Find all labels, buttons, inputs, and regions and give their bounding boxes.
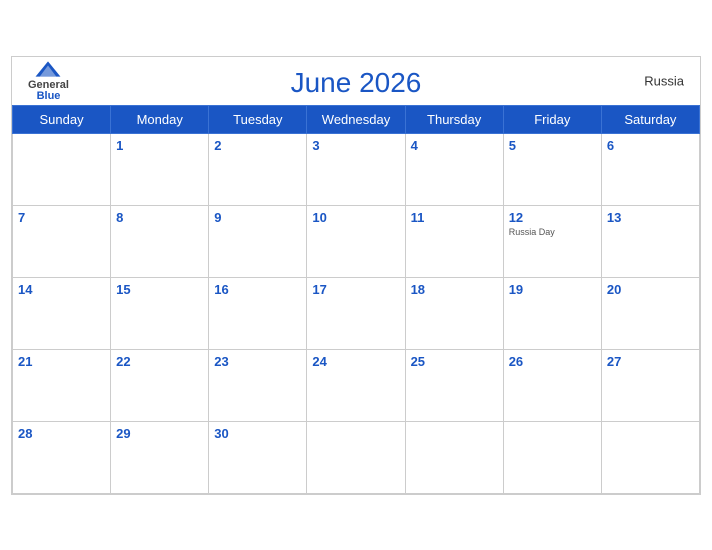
day-cell: 7 [13,205,111,277]
col-tuesday: Tuesday [209,105,307,133]
day-cell: 22 [111,349,209,421]
day-cell: 26 [503,349,601,421]
day-number: 12 [509,210,596,225]
logo-area: General Blue [28,60,69,102]
day-number: 11 [411,210,498,225]
day-cell: 30 [209,421,307,493]
day-number: 25 [411,354,498,369]
day-cell: 2 [209,133,307,205]
day-number: 15 [116,282,203,297]
day-cell: 16 [209,277,307,349]
day-cell: 10 [307,205,405,277]
day-cell: 15 [111,277,209,349]
calendar-container: General Blue June 2026 Russia Sunday Mon… [11,56,701,495]
day-number: 10 [312,210,399,225]
col-thursday: Thursday [405,105,503,133]
day-number: 17 [312,282,399,297]
day-number: 28 [18,426,105,441]
day-number: 18 [411,282,498,297]
day-number: 20 [607,282,694,297]
day-number: 22 [116,354,203,369]
day-cell: 6 [601,133,699,205]
day-cell [405,421,503,493]
week-row-1: 789 10 11 12 Russia Day 13 [13,205,700,277]
day-number: 14 [18,282,105,297]
day-number: 26 [509,354,596,369]
day-cell: 11 [405,205,503,277]
day-cell [601,421,699,493]
week-row-4: 28 29 30 [13,421,700,493]
day-number: 8 [116,210,203,225]
day-number: 29 [116,426,203,441]
day-cell: 14 [13,277,111,349]
day-cell: 4 [405,133,503,205]
holiday-name: Russia Day [509,227,596,237]
day-number: 3 [312,138,399,153]
day-cell: 20 [601,277,699,349]
day-cell: 27 [601,349,699,421]
calendar-thead: Sunday Monday Tuesday Wednesday Thursday… [13,105,700,133]
day-cell: 1 [111,133,209,205]
col-friday: Friday [503,105,601,133]
day-number: 6 [607,138,694,153]
day-cell [307,421,405,493]
day-number: 30 [214,426,301,441]
days-of-week-row: Sunday Monday Tuesday Wednesday Thursday… [13,105,700,133]
logo-icon [34,60,62,78]
day-number: 13 [607,210,694,225]
day-cell: 12 Russia Day [503,205,601,277]
day-number: 2 [214,138,301,153]
day-cell: 29 [111,421,209,493]
day-cell [13,133,111,205]
day-cell: 25 [405,349,503,421]
day-number: 1 [116,138,203,153]
country-label: Russia [644,73,684,88]
day-cell: 13 [601,205,699,277]
logo-blue-text: Blue [37,91,61,102]
week-row-3: 21 22 23 24 25 26 27 [13,349,700,421]
week-row-0: 123456 [13,133,700,205]
col-monday: Monday [111,105,209,133]
col-sunday: Sunday [13,105,111,133]
week-row-2: 14 15 16 17 18 19 20 [13,277,700,349]
day-number: 27 [607,354,694,369]
day-number: 16 [214,282,301,297]
day-number: 9 [214,210,301,225]
day-cell: 24 [307,349,405,421]
day-cell: 28 [13,421,111,493]
col-saturday: Saturday [601,105,699,133]
day-cell: 23 [209,349,307,421]
day-cell: 19 [503,277,601,349]
day-number: 5 [509,138,596,153]
col-wednesday: Wednesday [307,105,405,133]
day-number: 4 [411,138,498,153]
day-cell: 8 [111,205,209,277]
day-number: 23 [214,354,301,369]
day-cell: 18 [405,277,503,349]
day-number: 7 [18,210,105,225]
calendar-body: 123456789101112Russia Day131415161718192… [13,133,700,493]
calendar-title: June 2026 [291,67,422,99]
day-number: 19 [509,282,596,297]
day-cell: 5 [503,133,601,205]
day-cell: 3 [307,133,405,205]
day-number: 24 [312,354,399,369]
calendar-header: General Blue June 2026 Russia [12,57,700,105]
day-number: 21 [18,354,105,369]
day-cell: 9 [209,205,307,277]
day-cell [503,421,601,493]
calendar-table: Sunday Monday Tuesday Wednesday Thursday… [12,105,700,494]
day-cell: 17 [307,277,405,349]
day-cell: 21 [13,349,111,421]
